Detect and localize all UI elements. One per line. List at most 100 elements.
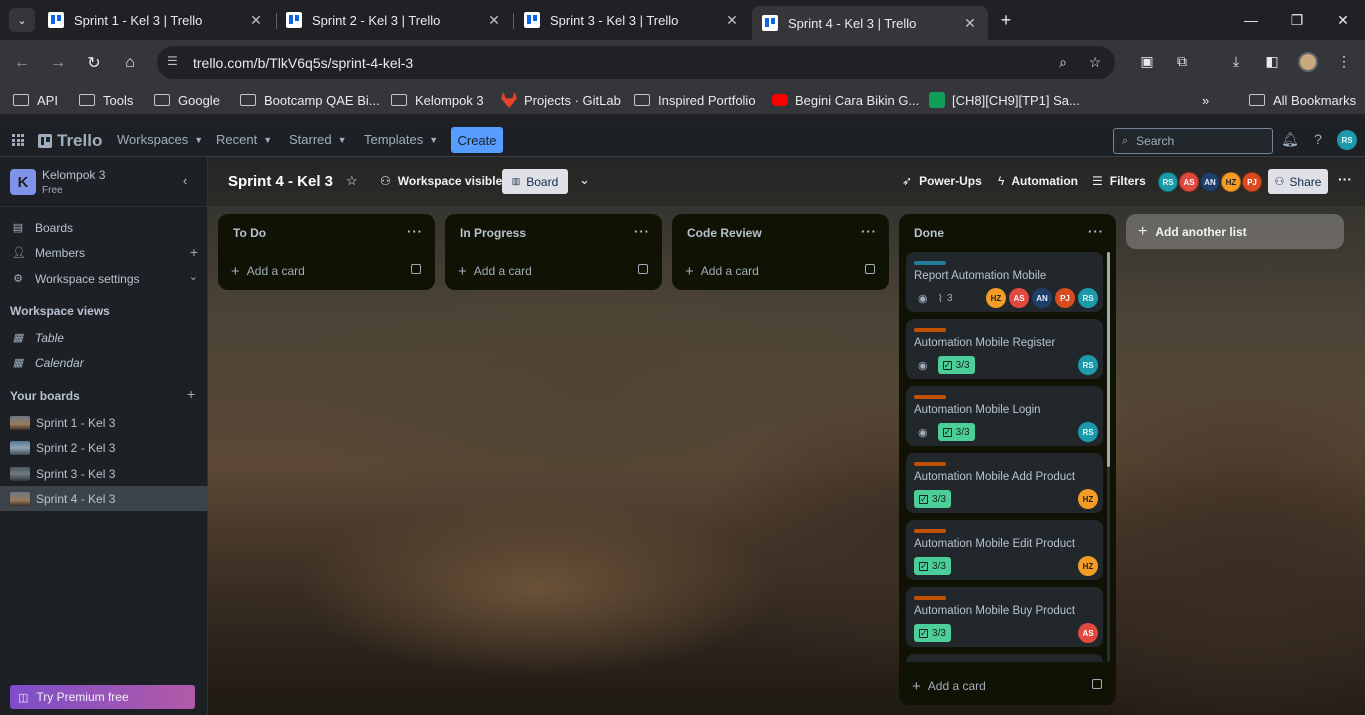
sidebar-item-workspace-settings[interactable]: ⚙ Workspace settings ⌄ xyxy=(0,266,208,291)
card-template-icon[interactable] xyxy=(638,264,648,274)
member-avatar[interactable]: AN xyxy=(1032,288,1052,308)
extensions-puzzle-icon[interactable]: ⧉ xyxy=(1172,53,1192,73)
card[interactable]: Automation Mobile Buy Product ✓ 3/3 AS xyxy=(906,587,1103,647)
member-avatar[interactable]: PJ xyxy=(1242,172,1262,192)
card[interactable]: Automation Mobile Register ◉ ✓ 3/3 RS xyxy=(906,319,1103,379)
list-header[interactable]: To Do ··· xyxy=(218,214,435,252)
bookmark-sheets[interactable]: [CH8][CH9][TP1] Sa... xyxy=(929,91,1080,109)
card-label[interactable] xyxy=(914,328,946,332)
member-avatar[interactable]: AN xyxy=(1200,172,1220,192)
card[interactable]: Automation Mobile Edit Product ✓ 3/3 HZ xyxy=(906,520,1103,580)
workspace-logo[interactable]: K xyxy=(10,169,36,195)
bookmark-bootcamp[interactable]: Bootcamp QAE Bi... xyxy=(240,91,380,109)
close-icon[interactable]: ✕ xyxy=(486,12,502,29)
list-title[interactable]: To Do xyxy=(233,226,266,240)
add-card-button[interactable]: + Add a card xyxy=(218,252,435,290)
sidebar-view-table[interactable]: ▦ Table xyxy=(0,325,208,350)
add-board-plus-icon[interactable]: + xyxy=(187,386,195,402)
bookmark-youtube[interactable]: Begini Cara Bikin G... xyxy=(772,91,919,109)
card[interactable]: Automation Mobile Add Product ✓ 3/3 HZ xyxy=(906,453,1103,513)
sidebar-board-sprint-1[interactable]: Sprint 1 - Kel 3 xyxy=(0,410,208,435)
all-bookmarks[interactable]: All Bookmarks xyxy=(1249,91,1356,109)
card-label[interactable] xyxy=(914,596,946,600)
card-label[interactable] xyxy=(914,261,946,265)
sidebar-board-sprint-2[interactable]: Sprint 2 - Kel 3 xyxy=(0,435,208,460)
create-button[interactable]: Create xyxy=(451,127,503,153)
list-title[interactable]: In Progress xyxy=(460,226,526,240)
minimize-button[interactable]: — xyxy=(1228,0,1274,40)
list-title[interactable]: Code Review xyxy=(687,226,762,240)
nav-workspaces[interactable]: Workspaces ▼ xyxy=(117,132,203,147)
add-member-plus-icon[interactable]: + xyxy=(190,244,198,260)
list-title[interactable]: Done xyxy=(914,226,944,240)
list-scrollbar[interactable] xyxy=(1107,252,1110,662)
bookmark-kelompok-3[interactable]: Kelompok 3 xyxy=(391,91,484,109)
home-button[interactable]: ⌂ xyxy=(117,50,143,76)
close-icon[interactable]: ✕ xyxy=(724,12,740,29)
browser-tab-1[interactable]: Sprint 1 - Kel 3 | Trello ✕ xyxy=(38,6,274,34)
side-panel-icon[interactable]: ◧ xyxy=(1262,53,1282,73)
sidebar-item-members[interactable]: 👤︎ Members + xyxy=(0,240,208,265)
card-template-icon[interactable] xyxy=(865,264,875,274)
try-premium-button[interactable]: ◫ Try Premium free xyxy=(10,685,195,709)
trello-logo[interactable]: Trello xyxy=(38,131,102,151)
add-card-button[interactable]: + Add a card xyxy=(672,252,889,290)
member-avatar[interactable]: RS xyxy=(1078,422,1098,442)
list-menu-icon[interactable]: ··· xyxy=(1088,224,1104,239)
bookmark-tools[interactable]: Tools xyxy=(79,91,133,109)
list-menu-icon[interactable]: ··· xyxy=(407,224,423,239)
add-list-button[interactable]: + Add another list xyxy=(1126,214,1344,249)
member-avatar[interactable]: HZ xyxy=(1078,556,1098,576)
close-icon[interactable]: ✕ xyxy=(962,15,978,32)
board-view-button[interactable]: ▥ Board xyxy=(502,169,568,194)
scrollbar-thumb[interactable] xyxy=(1107,252,1110,467)
notifications-icon[interactable]: 🔔︎ xyxy=(1281,131,1299,149)
card-label[interactable] xyxy=(914,395,946,399)
search-input[interactable]: ⌕ Search xyxy=(1113,128,1273,154)
share-button[interactable]: ⚇ Share xyxy=(1268,169,1328,194)
bookmark-gitlab[interactable]: Projects · GitLab xyxy=(501,91,621,109)
chevron-down-icon[interactable]: ⌄ xyxy=(189,270,198,283)
star-icon[interactable]: ☆ xyxy=(346,173,358,189)
site-info-icon[interactable]: ☰ xyxy=(167,54,183,70)
bookmarks-overflow[interactable]: » xyxy=(1202,91,1209,109)
member-avatar[interactable]: HZ xyxy=(986,288,1006,308)
board-title[interactable]: Sprint 4 - Kel 3 xyxy=(228,173,333,190)
sidebar-board-sprint-4[interactable]: Sprint 4 - Kel 3 xyxy=(0,486,208,511)
card-label[interactable] xyxy=(914,529,946,533)
zoom-search-icon[interactable]: ⌕ xyxy=(1054,54,1072,72)
kebab-menu-icon[interactable]: ⋮ xyxy=(1334,53,1354,73)
add-card-button[interactable]: + Add a card xyxy=(445,252,662,290)
card-template-icon[interactable] xyxy=(411,264,421,274)
help-icon[interactable]: ? xyxy=(1309,131,1327,149)
tab-search-button[interactable]: ⌄ xyxy=(9,8,35,32)
collapse-sidebar-button[interactable]: ‹ xyxy=(177,173,193,189)
automation-button[interactable]: ϟ Automation xyxy=(998,174,1078,188)
member-avatar[interactable]: HZ xyxy=(1221,172,1241,192)
sidebar-view-calendar[interactable]: ▦ Calendar xyxy=(0,350,208,375)
nav-starred[interactable]: Starred ▼ xyxy=(289,132,347,147)
bookmark-api[interactable]: API xyxy=(13,91,58,109)
new-tab-button[interactable]: + xyxy=(994,8,1018,32)
workspace-name[interactable]: Kelompok 3 xyxy=(42,168,105,182)
card-template-icon[interactable] xyxy=(1092,679,1102,689)
reload-button[interactable]: ↻ xyxy=(81,50,107,76)
browser-tab-4-active[interactable]: Sprint 4 - Kel 3 | Trello ✕ xyxy=(752,6,988,40)
add-card-button[interactable]: + Add a card xyxy=(899,667,1116,705)
app-switcher-icon[interactable] xyxy=(12,134,24,146)
bookmark-star-icon[interactable]: ☆ xyxy=(1086,54,1104,72)
powerups-button[interactable]: ➶ Power-Ups xyxy=(902,174,982,188)
card-label[interactable] xyxy=(914,462,946,466)
list-header[interactable]: Code Review ··· xyxy=(672,214,889,252)
address-bar[interactable]: ☰ trello.com/b/TlkV6q5s/sprint-4-kel-3 ⌕… xyxy=(157,46,1115,79)
bookmark-google[interactable]: Google xyxy=(154,91,220,109)
sidebar-item-boards[interactable]: ▤ Boards xyxy=(0,215,208,240)
sidebar-board-sprint-3[interactable]: Sprint 3 - Kel 3 xyxy=(0,461,208,486)
forward-button[interactable]: → xyxy=(45,50,71,76)
restore-button[interactable]: ❐ xyxy=(1274,0,1320,40)
list-header[interactable]: In Progress ··· xyxy=(445,214,662,252)
list-menu-icon[interactable]: ··· xyxy=(634,224,650,239)
member-avatar[interactable]: AS xyxy=(1078,623,1098,643)
chevron-down-icon[interactable]: ⌄ xyxy=(579,172,590,188)
list-header[interactable]: Done ··· xyxy=(899,214,1116,252)
